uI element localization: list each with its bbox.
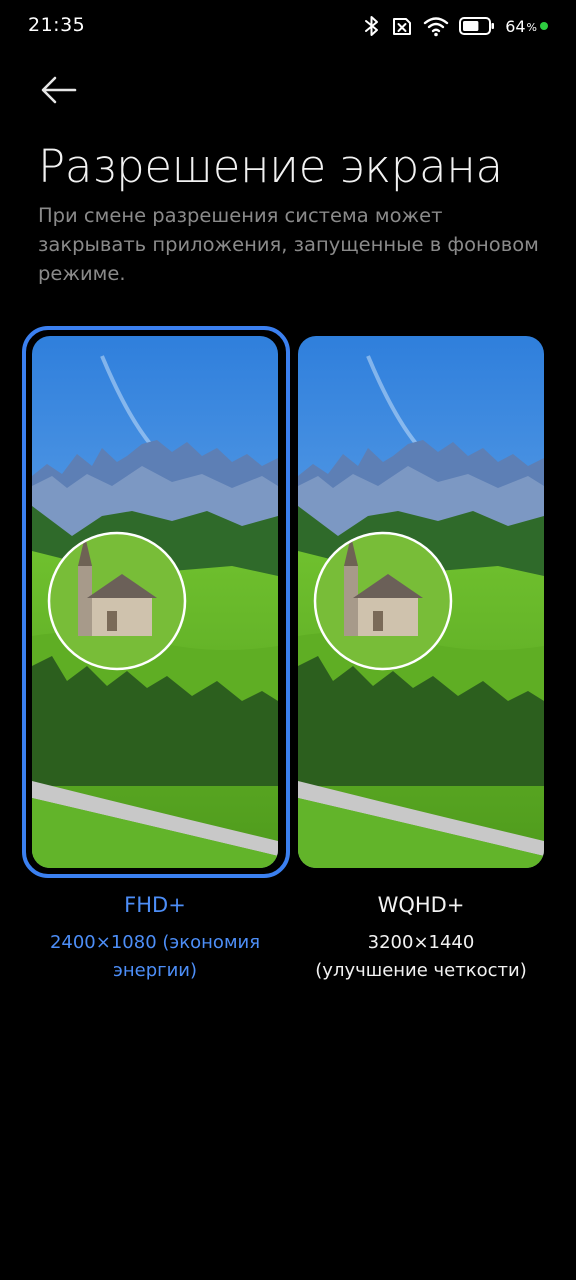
battery-icon: [459, 16, 495, 36]
option-card-fhd[interactable]: [22, 326, 290, 878]
option-detail-wqhd-line2: (улучшение четкости): [315, 960, 527, 981]
preview-image-fhd: [32, 336, 278, 868]
wifi-icon: [423, 15, 449, 37]
option-detail-fhd-line2: энергии): [112, 960, 198, 981]
back-button[interactable]: [32, 68, 86, 112]
preview-image-wqhd: [298, 336, 544, 868]
page-description: При смене разрешения система может закры…: [38, 204, 539, 285]
option-detail-wqhd: 3200×1440 (улучшение четкости): [281, 929, 561, 985]
option-detail-fhd: 2400×1080 (экономия энергии): [15, 929, 295, 985]
option-detail-fhd-line1: 2400×1080 (экономия: [49, 932, 261, 953]
bluetooth-icon: [363, 15, 381, 37]
option-title-fhd: FHD+: [124, 893, 186, 917]
status-bar: 21:35 64 %: [0, 0, 576, 52]
page-title: Разрешение экрана: [38, 140, 503, 193]
battery-percent-value: 64: [505, 16, 526, 36]
status-time: 21:35: [28, 14, 86, 36]
option-detail-wqhd-line1: 3200×1440: [367, 932, 475, 953]
status-icons: 64%: [363, 13, 548, 39]
battery-percent-sign: %: [526, 21, 537, 34]
battery-percentage: 64%: [505, 17, 548, 36]
charging-dot-icon: [540, 22, 548, 30]
option-card-wqhd[interactable]: [288, 326, 556, 878]
sim-crossed-icon: [391, 15, 413, 37]
arrow-left-icon: [41, 76, 77, 104]
option-title-wqhd: WQHD+: [377, 893, 465, 917]
